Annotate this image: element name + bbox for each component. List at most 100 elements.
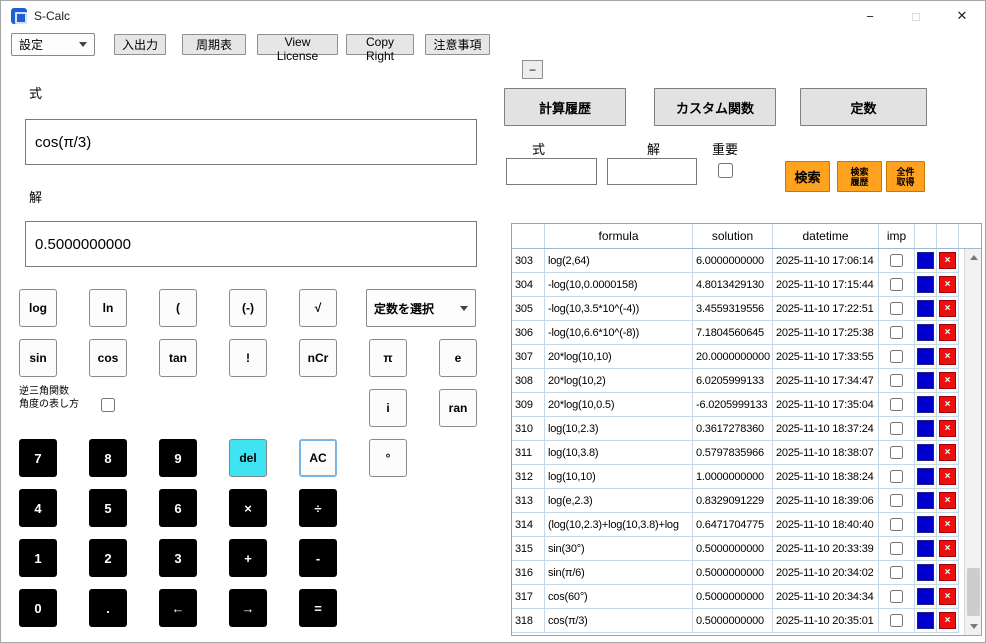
search-formula-input[interactable]: [506, 158, 597, 185]
key-dot[interactable]: .: [89, 589, 127, 627]
table-row[interactable]: 316 sin(π/6) 0.5000000000 2025-11-10 20:…: [512, 561, 959, 585]
key-5[interactable]: 5: [89, 489, 127, 527]
search-solution-input[interactable]: [607, 158, 697, 185]
scroll-down-icon[interactable]: [965, 618, 982, 635]
row-blue-button[interactable]: [917, 276, 934, 293]
key-add[interactable]: +: [229, 539, 267, 577]
row-blue-button[interactable]: [917, 588, 934, 605]
table-row[interactable]: 309 20*log(10,0.5) -6.0205999133 2025-11…: [512, 393, 959, 417]
table-row[interactable]: 306 -log(10,6.6*10^(-8)) 7.1804560645 20…: [512, 321, 959, 345]
copyright-button[interactable]: Copy Right: [346, 34, 414, 63]
row-delete-button[interactable]: ×: [939, 564, 956, 581]
key-7[interactable]: 7: [19, 439, 57, 477]
key-sqrt[interactable]: √: [299, 289, 337, 327]
key-2[interactable]: 2: [89, 539, 127, 577]
row-blue-button[interactable]: [917, 252, 934, 269]
row-delete-button[interactable]: ×: [939, 420, 956, 437]
custom-functions-button[interactable]: カスタム関数: [654, 88, 776, 126]
table-row[interactable]: 305 -log(10,3.5*10^(-4)) 3.4559319556 20…: [512, 297, 959, 321]
row-imp-checkbox[interactable]: [890, 566, 903, 579]
row-delete-button[interactable]: ×: [939, 276, 956, 293]
inverse-trig-checkbox[interactable]: [101, 398, 115, 412]
table-row[interactable]: 310 log(10,2.3) 0.3617278360 2025-11-10 …: [512, 417, 959, 441]
key-i[interactable]: i: [369, 389, 407, 427]
formula-input[interactable]: [25, 119, 477, 165]
key-9[interactable]: 9: [159, 439, 197, 477]
key-pi[interactable]: π: [369, 339, 407, 377]
row-delete-button[interactable]: ×: [939, 324, 956, 341]
table-row[interactable]: 313 log(e,2.3) 0.8329091229 2025-11-10 1…: [512, 489, 959, 513]
row-delete-button[interactable]: ×: [939, 516, 956, 533]
header-imp[interactable]: imp: [879, 224, 915, 248]
view-license-button[interactable]: View License: [257, 34, 338, 63]
key-multiply[interactable]: ×: [229, 489, 267, 527]
row-imp-checkbox[interactable]: [890, 542, 903, 555]
row-delete-button[interactable]: ×: [939, 468, 956, 485]
row-delete-button[interactable]: ×: [939, 372, 956, 389]
key-ac[interactable]: AC: [299, 439, 337, 477]
vertical-scrollbar[interactable]: [964, 249, 981, 635]
row-blue-button[interactable]: [917, 612, 934, 629]
table-row[interactable]: 317 cos(60°) 0.5000000000 2025-11-10 20:…: [512, 585, 959, 609]
table-row[interactable]: 314 (log(10,2.3)+log(10,3.8)+log 0.64717…: [512, 513, 959, 537]
row-delete-button[interactable]: ×: [939, 612, 956, 629]
row-imp-checkbox[interactable]: [890, 494, 903, 507]
row-imp-checkbox[interactable]: [890, 350, 903, 363]
row-blue-button[interactable]: [917, 324, 934, 341]
table-row[interactable]: 318 cos(π/3) 0.5000000000 2025-11-10 20:…: [512, 609, 959, 633]
key-log[interactable]: log: [19, 289, 57, 327]
header-datetime[interactable]: datetime: [773, 224, 879, 248]
constant-select[interactable]: 定数を選択: [366, 289, 476, 327]
row-delete-button[interactable]: ×: [939, 300, 956, 317]
key-left-arrow[interactable]: ←: [159, 589, 197, 627]
header-formula[interactable]: formula: [545, 224, 693, 248]
row-blue-button[interactable]: [917, 564, 934, 581]
key-degree[interactable]: °: [369, 439, 407, 477]
row-blue-button[interactable]: [917, 444, 934, 461]
row-delete-button[interactable]: ×: [939, 444, 956, 461]
table-row[interactable]: 303 log(2,64) 6.0000000000 2025-11-10 17…: [512, 249, 959, 273]
row-delete-button[interactable]: ×: [939, 348, 956, 365]
scroll-thumb[interactable]: [967, 568, 980, 616]
header-solution[interactable]: solution: [693, 224, 773, 248]
key-6[interactable]: 6: [159, 489, 197, 527]
row-delete-button[interactable]: ×: [939, 540, 956, 557]
settings-dropdown[interactable]: 設定: [11, 33, 95, 56]
row-imp-checkbox[interactable]: [890, 518, 903, 531]
row-blue-button[interactable]: [917, 468, 934, 485]
maximize-button[interactable]: □: [893, 1, 939, 31]
key-random[interactable]: ran: [439, 389, 477, 427]
row-imp-checkbox[interactable]: [890, 590, 903, 603]
row-delete-button[interactable]: ×: [939, 252, 956, 269]
search-history-button[interactable]: 検索 履歴: [837, 161, 882, 192]
key-right-arrow[interactable]: →: [229, 589, 267, 627]
search-button[interactable]: 検索: [785, 161, 830, 192]
row-imp-checkbox[interactable]: [890, 278, 903, 291]
row-blue-button[interactable]: [917, 540, 934, 557]
solution-input[interactable]: [25, 221, 477, 267]
close-button[interactable]: ✕: [939, 1, 985, 31]
row-delete-button[interactable]: ×: [939, 588, 956, 605]
row-imp-checkbox[interactable]: [890, 446, 903, 459]
calc-history-button[interactable]: 計算履歴: [504, 88, 626, 126]
key-1[interactable]: 1: [19, 539, 57, 577]
row-blue-button[interactable]: [917, 348, 934, 365]
table-row[interactable]: 307 20*log(10,10) 20.0000000000 2025-11-…: [512, 345, 959, 369]
row-blue-button[interactable]: [917, 516, 934, 533]
minimize-button[interactable]: −: [847, 1, 893, 31]
table-row[interactable]: 315 sin(30°) 0.5000000000 2025-11-10 20:…: [512, 537, 959, 561]
key-ln[interactable]: ln: [89, 289, 127, 327]
row-imp-checkbox[interactable]: [890, 614, 903, 627]
row-blue-button[interactable]: [917, 396, 934, 413]
key-sin[interactable]: sin: [19, 339, 57, 377]
key-cos[interactable]: cos: [89, 339, 127, 377]
row-imp-checkbox[interactable]: [890, 254, 903, 267]
row-blue-button[interactable]: [917, 300, 934, 317]
row-imp-checkbox[interactable]: [890, 470, 903, 483]
notes-button[interactable]: 注意事項: [425, 34, 490, 55]
key-factorial[interactable]: !: [229, 339, 267, 377]
scroll-up-icon[interactable]: [965, 249, 982, 266]
io-button[interactable]: 入出力: [114, 34, 166, 55]
key-open-paren[interactable]: (: [159, 289, 197, 327]
table-row[interactable]: 312 log(10,10) 1.0000000000 2025-11-10 1…: [512, 465, 959, 489]
